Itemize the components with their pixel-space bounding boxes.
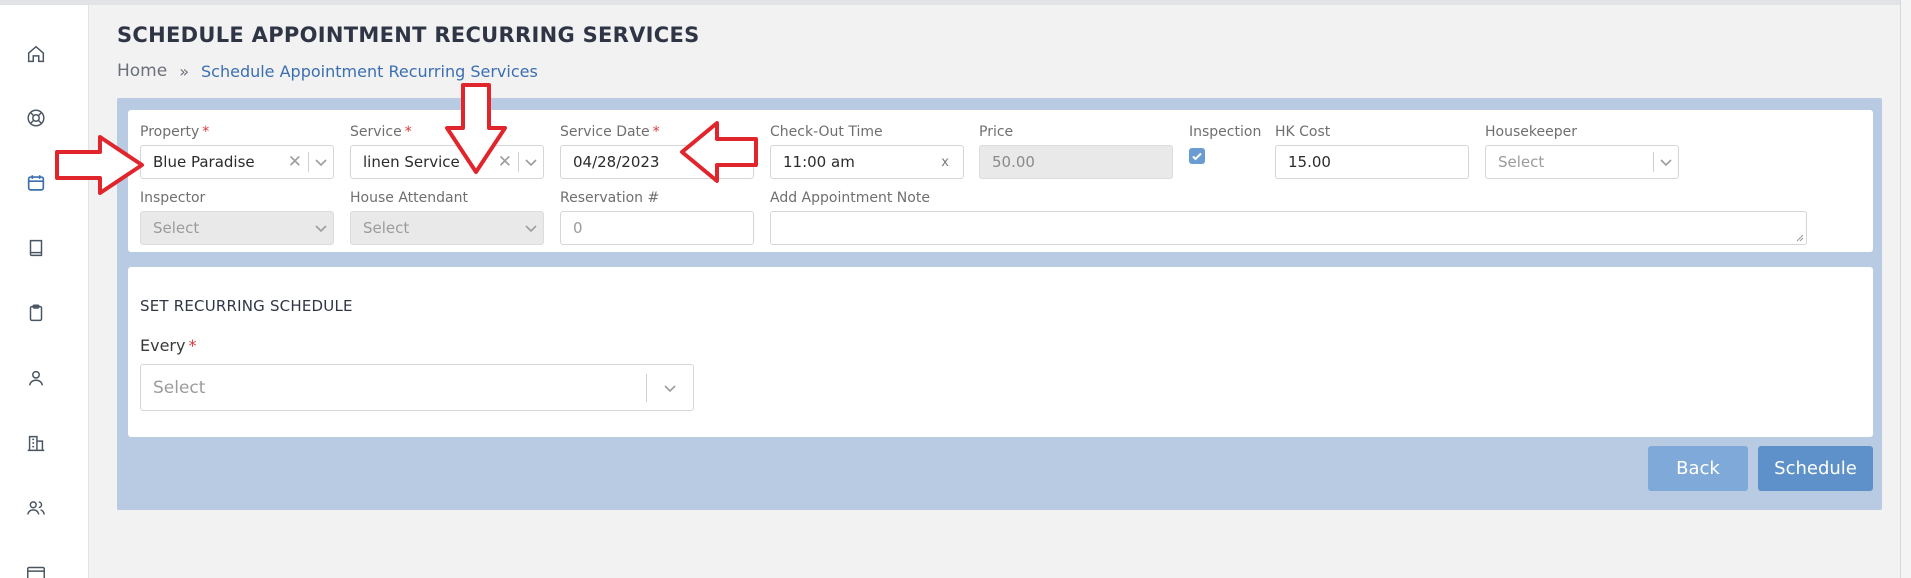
lifebuoy-icon[interactable]: [24, 106, 48, 130]
housekeeper-label: Housekeeper: [1485, 124, 1577, 140]
property-clear-icon[interactable]: ✕: [282, 152, 308, 172]
breadcrumb-separator: »: [179, 61, 189, 81]
inspection-checkbox[interactable]: [1189, 148, 1205, 164]
breadcrumb-current[interactable]: Schedule Appointment Recurring Services: [201, 62, 538, 81]
property-select[interactable]: Blue Paradise ✕: [140, 145, 334, 179]
annotation-arrow-right: [55, 135, 144, 195]
inspector-select: Select: [140, 211, 334, 245]
calendar-icon[interactable]: [24, 171, 48, 195]
book-icon[interactable]: [24, 236, 48, 260]
appointment-note-label: Add Appointment Note: [770, 190, 930, 206]
appointment-note-textarea[interactable]: [770, 211, 1807, 245]
checkout-time-clear-icon[interactable]: x: [941, 155, 963, 170]
credit-card-icon[interactable]: [24, 561, 48, 578]
breadcrumb-home-link[interactable]: Home: [117, 61, 167, 81]
inspector-label: Inspector: [140, 190, 206, 206]
housekeeper-select[interactable]: Select: [1485, 145, 1679, 179]
annotation-arrow-down: [445, 83, 507, 174]
chevron-down-icon: [519, 212, 543, 244]
reservation-label: Reservation #: [560, 190, 660, 206]
inspection-label: Inspection: [1189, 124, 1262, 140]
page-title: SCHEDULE APPOINTMENT RECURRING SERVICES: [117, 23, 700, 47]
every-select[interactable]: Select: [140, 364, 694, 411]
users-icon[interactable]: [24, 496, 48, 520]
price-label: Price: [979, 124, 1014, 140]
building-icon[interactable]: [24, 431, 48, 455]
property-label: Property *: [140, 124, 210, 140]
checkout-time-label: Check-Out Time: [770, 124, 883, 140]
house-attendant-select: Select: [350, 211, 544, 245]
recurring-card: [128, 267, 1873, 437]
service-date-label: Service Date *: [560, 124, 660, 140]
every-label: Every *: [140, 336, 197, 355]
clipboard-icon[interactable]: [24, 301, 48, 325]
hk-cost-label: HK Cost: [1275, 124, 1331, 140]
checkout-time-input[interactable]: 11:00 am x: [770, 145, 964, 179]
reservation-input[interactable]: 0: [560, 211, 754, 245]
chevron-down-icon[interactable]: [309, 146, 333, 178]
top-band: [0, 0, 1911, 5]
price-input: 50.00: [979, 145, 1173, 179]
annotation-arrow-left: [680, 121, 758, 183]
house-attendant-label: House Attendant: [350, 190, 468, 206]
window-edge: [1900, 0, 1911, 578]
chevron-down-icon[interactable]: [647, 365, 693, 410]
sidebar: [0, 5, 89, 578]
chevron-down-icon: [309, 212, 333, 244]
recurring-section-title: SET RECURRING SCHEDULE: [140, 297, 353, 315]
schedule-button[interactable]: Schedule: [1758, 446, 1873, 491]
hk-cost-input[interactable]: 15.00: [1275, 145, 1469, 179]
service-label: Service *: [350, 124, 412, 140]
breadcrumb: Home » Schedule Appointment Recurring Se…: [117, 61, 538, 81]
back-button[interactable]: Back: [1648, 446, 1748, 491]
home-icon[interactable]: [24, 42, 48, 66]
user-icon[interactable]: [24, 366, 48, 390]
chevron-down-icon[interactable]: [1654, 146, 1678, 178]
chevron-down-icon[interactable]: [519, 146, 543, 178]
